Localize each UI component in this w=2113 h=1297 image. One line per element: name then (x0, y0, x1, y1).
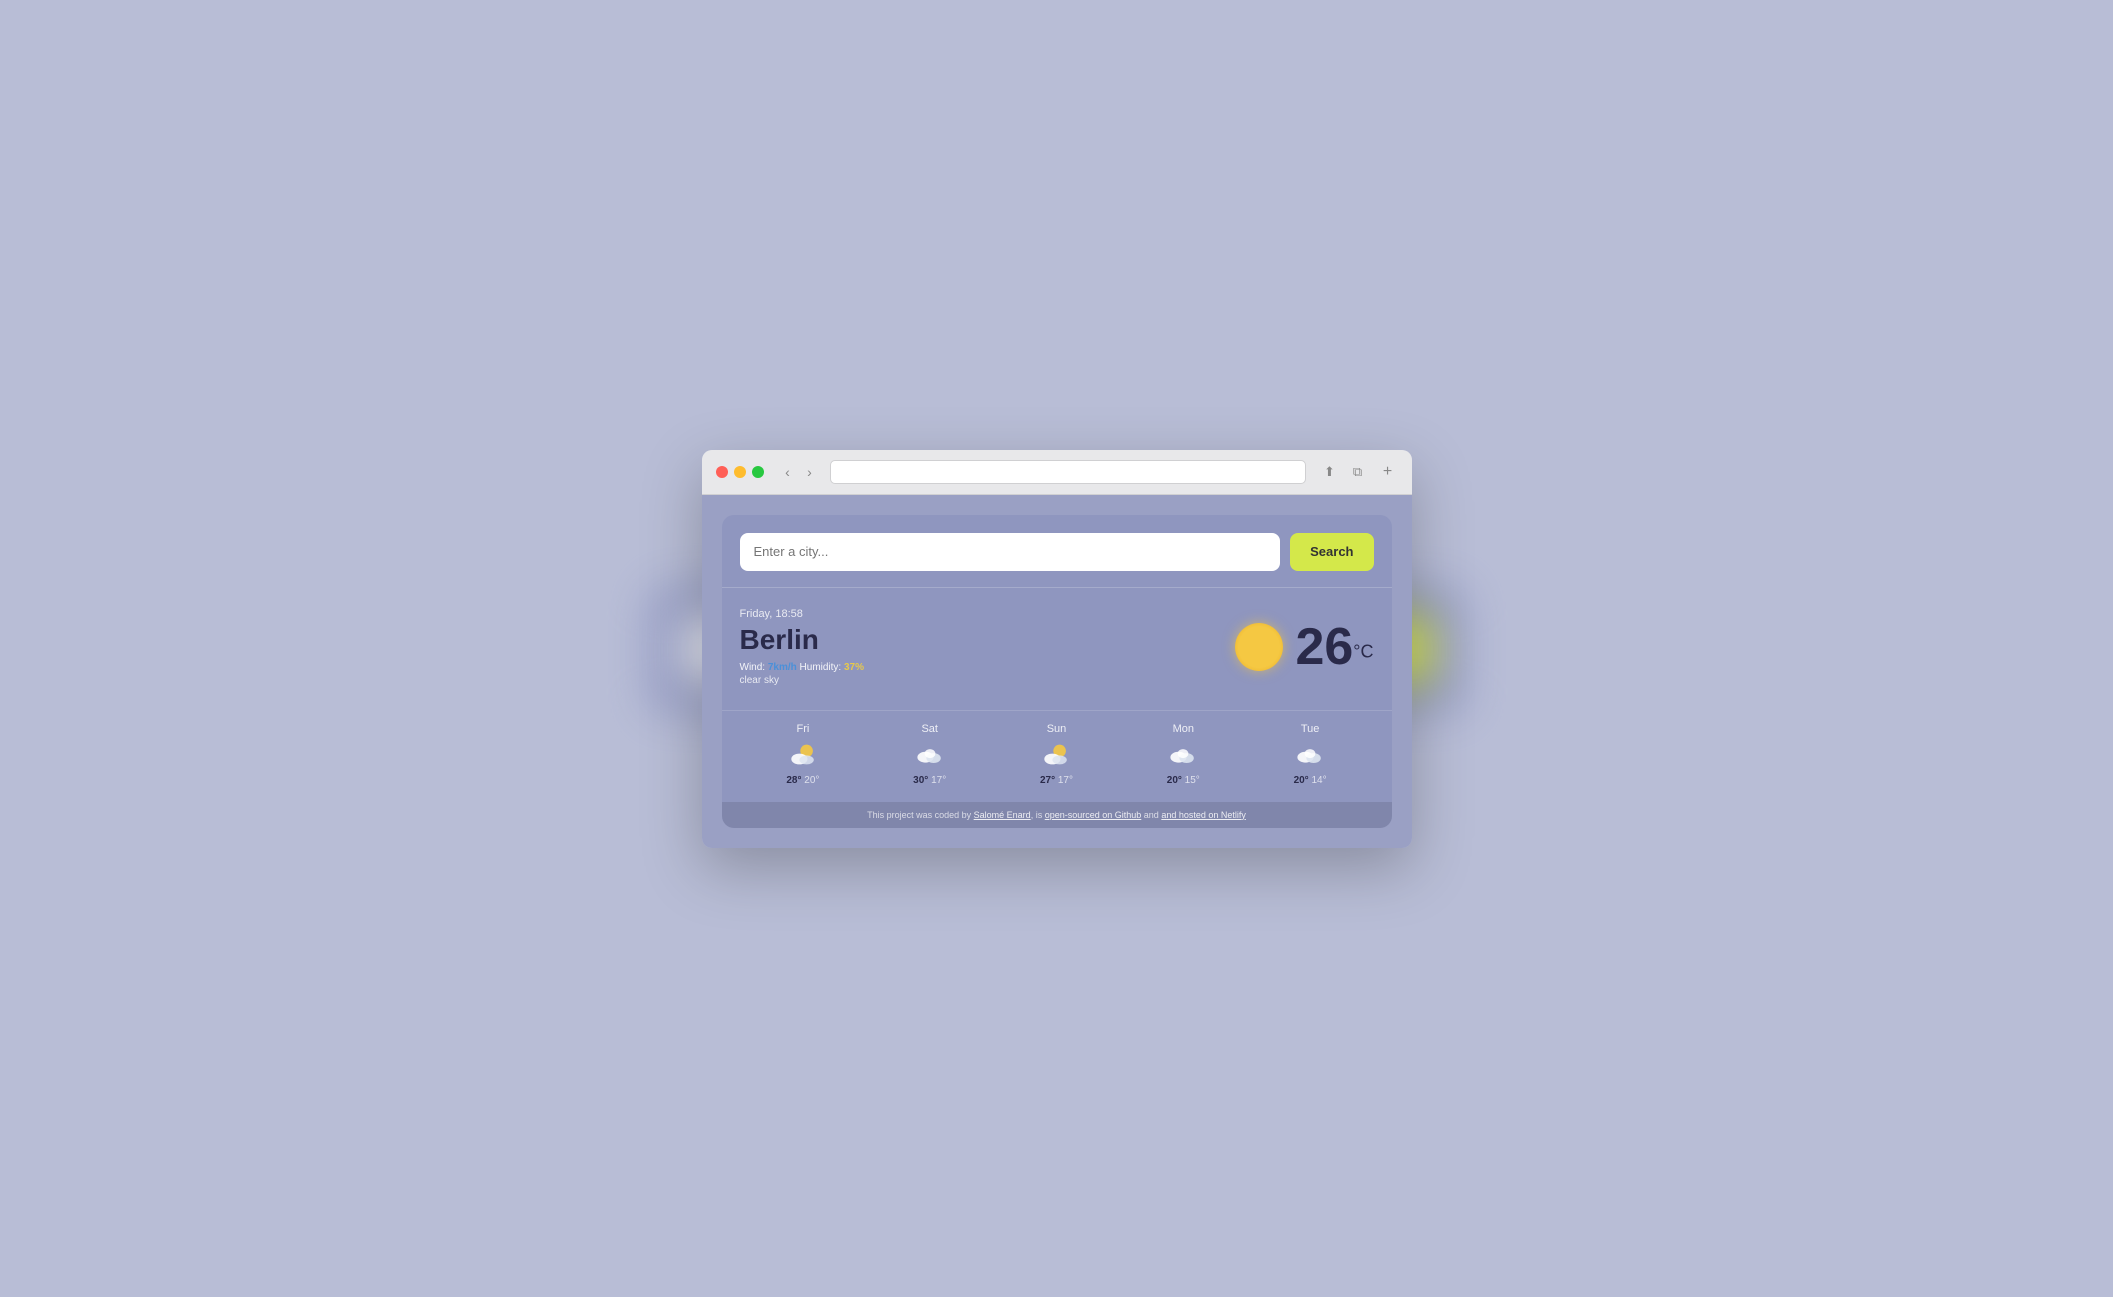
app-content: Search Friday, 18:58 Berlin Wind: 7km/h … (702, 495, 1412, 848)
weather-card: Search Friday, 18:58 Berlin Wind: 7km/h … (722, 515, 1392, 828)
page-wrapper: ‹ › ⬆ ⧉ + Search (0, 0, 2113, 1297)
humidity-label: Humidity: (800, 662, 844, 673)
weather-main: Friday, 18:58 Berlin Wind: 7km/h Humidit… (740, 608, 1374, 686)
weather-info: Friday, 18:58 Berlin Wind: 7km/h Humidit… (722, 588, 1392, 710)
forecast-icon-sun (1038, 741, 1074, 769)
forecast-icon-sat (912, 741, 948, 769)
footer-text-mid: , is (1031, 810, 1045, 820)
forecast-day-mon: Mon 20° 15° (1120, 723, 1247, 786)
weather-left: Friday, 18:58 Berlin Wind: 7km/h Humidit… (740, 608, 865, 686)
forecast-day-tue: Tue 20° 14° (1247, 723, 1374, 786)
forecast-grid: Fri 28° 20° (740, 723, 1374, 786)
condition-text: clear sky (740, 675, 865, 686)
city-name: Berlin (740, 624, 865, 656)
forecast-day-name: Sat (921, 723, 938, 735)
new-tab-button[interactable]: + (1378, 462, 1398, 482)
forecast-high: 28° (786, 775, 801, 786)
forecast-section: Fri 28° 20° (722, 710, 1392, 802)
forecast-high: 20° (1167, 775, 1182, 786)
url-bar[interactable] (830, 460, 1306, 484)
traffic-lights (716, 466, 764, 478)
forecast-temps-mon: 20° 15° (1167, 775, 1200, 786)
forecast-day-name: Tue (1301, 723, 1320, 735)
forecast-low: 17° (1058, 775, 1073, 786)
forecast-low: 14° (1311, 775, 1326, 786)
forecast-temps-sat: 30° 17° (913, 775, 946, 786)
browser-actions: ⬆ ⧉ (1320, 462, 1368, 482)
temperature-value: 26 (1295, 618, 1353, 676)
footer-author-link[interactable]: Salomé Enard (974, 810, 1031, 820)
forecast-day-sun: Sun 27° 17° (993, 723, 1120, 786)
browser-chrome: ‹ › ⬆ ⧉ + (702, 450, 1412, 495)
weather-right: 26°C (1235, 621, 1373, 673)
humidity-value: 37% (844, 662, 864, 673)
forecast-high: 27° (1040, 775, 1055, 786)
forecast-day-name: Mon (1173, 723, 1194, 735)
footer: This project was coded by Salomé Enard, … (722, 802, 1392, 828)
wind-label: Wind: (740, 662, 768, 673)
wind-value: 7km/h (768, 662, 797, 673)
share-button[interactable]: ⬆ (1320, 462, 1340, 482)
nav-back-button[interactable]: ‹ (778, 462, 798, 482)
search-row: Search (740, 533, 1374, 571)
forecast-temps-tue: 20° 14° (1294, 775, 1327, 786)
forecast-day-name: Fri (796, 723, 809, 735)
search-button[interactable]: Search (1290, 533, 1373, 571)
footer-netlify-link[interactable]: and hosted on Netlify (1161, 810, 1246, 820)
forecast-temps-sun: 27° 17° (1040, 775, 1073, 786)
forecast-low: 17° (931, 775, 946, 786)
nav-forward-button[interactable]: › (800, 462, 820, 482)
forecast-icon-fri (785, 741, 821, 769)
forecast-low: 15° (1185, 775, 1200, 786)
footer-github-link[interactable]: open-sourced on Github (1045, 810, 1142, 820)
forecast-day-fri: Fri 28° 20° (740, 723, 867, 786)
traffic-light-close[interactable] (716, 466, 728, 478)
sun-icon (1235, 623, 1283, 671)
footer-text-and: and (1141, 810, 1161, 820)
copy-button[interactable]: ⧉ (1348, 462, 1368, 482)
temperature-unit: °C (1353, 641, 1373, 661)
forecast-low: 20° (804, 775, 819, 786)
nav-arrows: ‹ › (778, 462, 820, 482)
date-time: Friday, 18:58 (740, 608, 865, 620)
weather-details: Wind: 7km/h Humidity: 37% (740, 662, 865, 673)
browser-window: ‹ › ⬆ ⧉ + Search (702, 450, 1412, 848)
forecast-icon-tue (1292, 741, 1328, 769)
forecast-day-name: Sun (1047, 723, 1067, 735)
forecast-high: 30° (913, 775, 928, 786)
traffic-light-maximize[interactable] (752, 466, 764, 478)
forecast-icon-mon (1165, 741, 1201, 769)
search-section: Search (722, 515, 1392, 588)
forecast-high: 20° (1294, 775, 1309, 786)
city-search-input[interactable] (740, 533, 1281, 571)
footer-text-before: This project was coded by (867, 810, 974, 820)
temperature-display: 26°C (1295, 621, 1373, 673)
traffic-light-minimize[interactable] (734, 466, 746, 478)
forecast-day-sat: Sat 30° 17° (866, 723, 993, 786)
forecast-temps-fri: 28° 20° (786, 775, 819, 786)
